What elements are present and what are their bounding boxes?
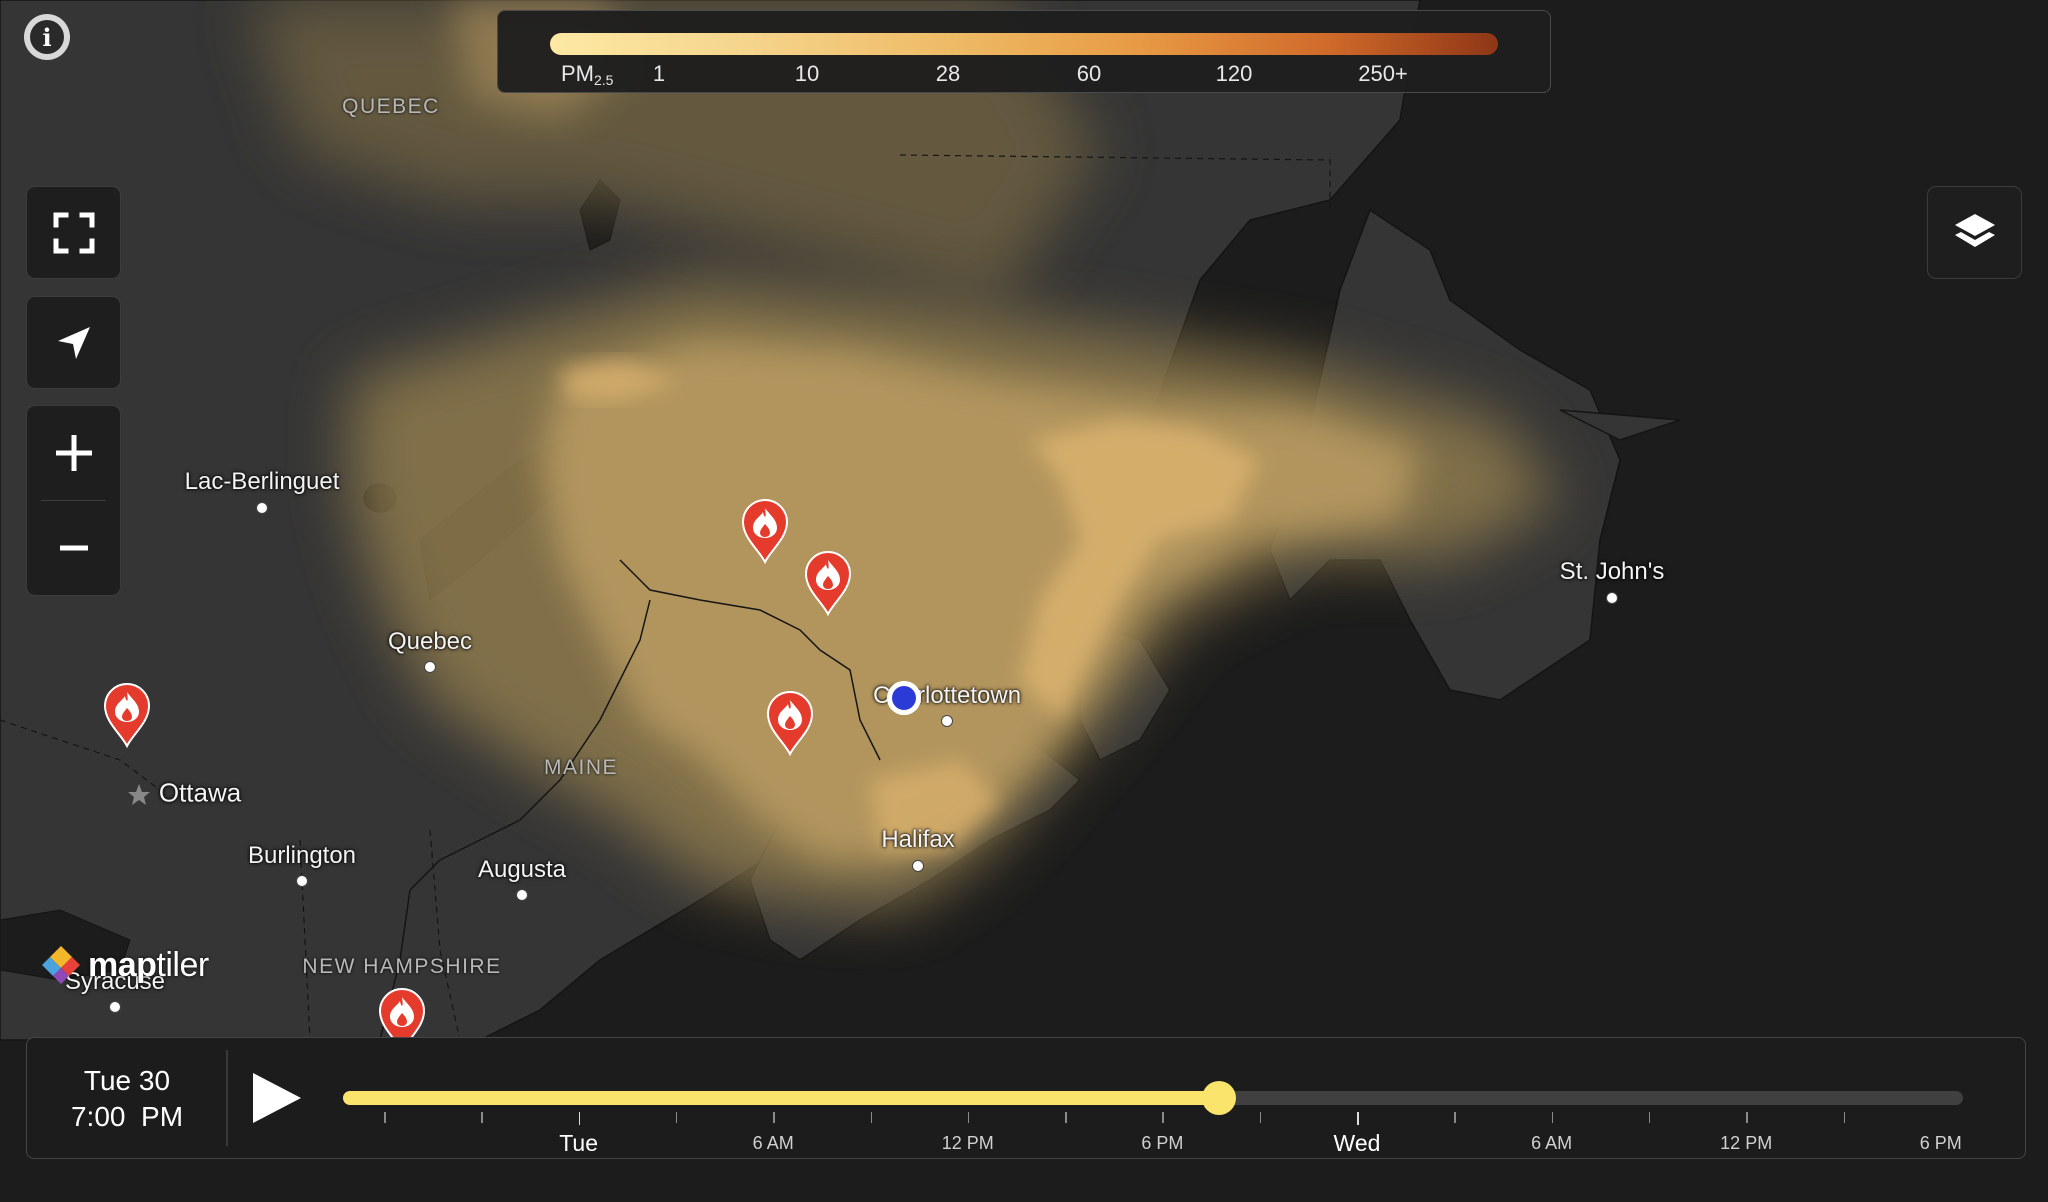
timeline-label: 12 PM [941, 1133, 994, 1153]
legend-scale-label: 60 [1076, 61, 1102, 86]
timeline-tick [1259, 1112, 1262, 1123]
timeline-tick [578, 1112, 581, 1125]
info-icon: i [30, 20, 64, 54]
pm25-legend: PM2.5 1 10 28 60 120 250+ [497, 10, 1551, 93]
fullscreen-button[interactable] [26, 186, 121, 279]
timeline-tick [1065, 1112, 1067, 1123]
zoom-controls [26, 405, 121, 596]
place-dot [516, 889, 528, 901]
legend-scale-label: 28 [935, 61, 961, 86]
place-dot [296, 875, 308, 887]
timeline-tick [1648, 1112, 1651, 1123]
timeline-label: Wed [1333, 1130, 1381, 1156]
place-dot [109, 1001, 121, 1013]
timeline-divider [226, 1050, 228, 1146]
play-icon [253, 1073, 301, 1123]
layers-icon [1954, 213, 1995, 247]
zoom-out-icon [59, 545, 88, 551]
timeline-panel: Tue 30 7:00 PM Tue 6 AM 12 PM 6 PM Wed 6 AM 12… [26, 1037, 2026, 1159]
legend-pollutant-label: PM2.5 [561, 61, 614, 88]
timeline-current-time: Tue 30 7:00 PM [27, 1038, 227, 1160]
place-label-lac-berlinguet: Lac-Berlinguet [184, 468, 340, 495]
timeline-tick [1551, 1112, 1554, 1123]
timeline-label: 6 PM [1141, 1133, 1184, 1153]
locate-button[interactable] [26, 296, 121, 389]
play-button[interactable] [249, 1070, 305, 1126]
timeline-label: 12 PM [1720, 1133, 1773, 1153]
zoom-out-button[interactable] [27, 501, 120, 595]
timeline-label: 6 AM [752, 1133, 794, 1153]
maptiler-logo-icon [42, 946, 80, 984]
place-label-ottawa: Ottawa [158, 777, 242, 808]
place-dot [912, 860, 924, 872]
timeline-label: Tue [559, 1130, 598, 1156]
place-label-halifax: Halifax [881, 826, 955, 853]
timeline-label: 6 PM [1919, 1133, 1962, 1153]
zoom-in-icon [55, 434, 92, 471]
zoom-in-button[interactable] [27, 406, 120, 500]
fullscreen-icon [53, 212, 94, 253]
timeline-tick [1746, 1112, 1748, 1123]
timeline-tick [675, 1112, 678, 1123]
timeline-tick [481, 1112, 483, 1123]
timeline-tick [1357, 1112, 1359, 1125]
layers-button[interactable] [1927, 186, 2022, 279]
timeline-date: Tue 30 [83, 1065, 171, 1096]
place-label-burlington: Burlington [247, 842, 357, 869]
place-label-augusta: Augusta [477, 856, 567, 883]
timeline-tick [384, 1112, 386, 1123]
legend-scale-label: 10 [794, 61, 820, 86]
timeline-tick [1454, 1112, 1456, 1123]
place-dot [424, 661, 436, 673]
place-dot [256, 502, 268, 514]
legend-color-scale [550, 33, 1498, 55]
timeline-handle[interactable] [1202, 1081, 1237, 1115]
legend-scale-label: 1 [652, 61, 666, 86]
region-label-quebec: QUEBEC [342, 95, 440, 118]
maptiler-wordmark: maptiler [88, 945, 209, 984]
timeline-progress [343, 1091, 1220, 1105]
timeline-tick [967, 1112, 970, 1123]
place-label-st-johns: St. John's [1559, 558, 1665, 585]
smoke-map[interactable] [0, 0, 2048, 1202]
place-label-quebec: Quebec [387, 628, 473, 655]
timeline-slider[interactable] [343, 1081, 1963, 1115]
legend-scale-label: 250+ [1358, 61, 1408, 86]
maptiler-logo[interactable]: maptiler [40, 944, 209, 986]
legend-scale-label: 120 [1215, 61, 1253, 86]
locate-arrow-icon [57, 326, 90, 359]
place-dot [1606, 592, 1618, 604]
region-label-new-hampshire: NEW HAMPSHIRE [302, 955, 502, 978]
timeline-tick [773, 1112, 775, 1123]
info-button[interactable]: i [24, 14, 70, 60]
current-location-overlay [887, 681, 921, 715]
timeline-tick [1843, 1112, 1845, 1123]
place-dot [941, 715, 953, 727]
timeline-tick [870, 1112, 872, 1123]
timeline-tick [1162, 1112, 1164, 1123]
timeline-label: 6 AM [1531, 1133, 1573, 1153]
region-label-maine: MAINE [543, 756, 619, 779]
timeline-time: 7:00 PM [70, 1101, 184, 1132]
